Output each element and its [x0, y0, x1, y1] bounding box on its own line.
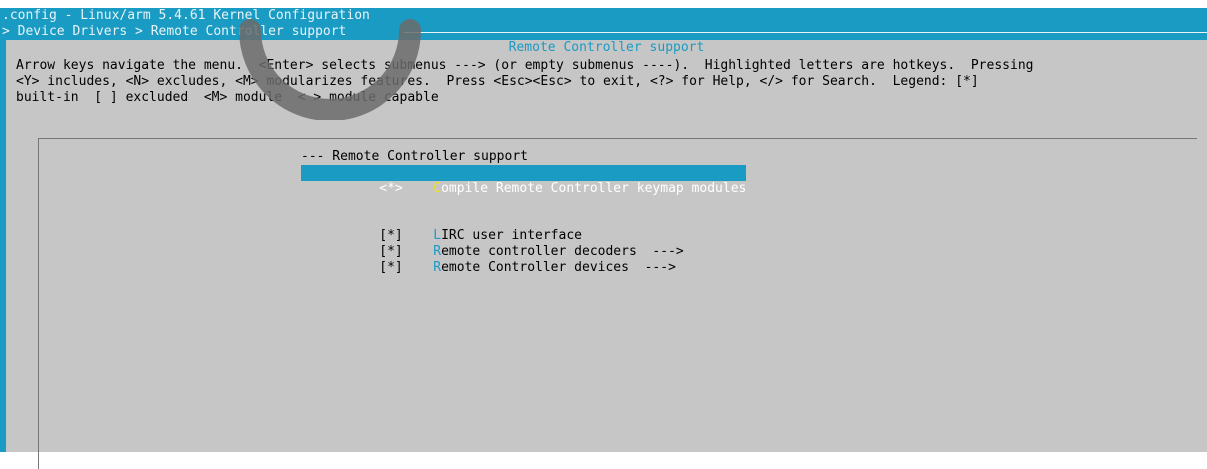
- item-label: Remote controller decoders --->: [433, 244, 683, 260]
- item-label: Remote Controller devices --->: [433, 260, 676, 276]
- item-hotkey: C: [433, 181, 442, 196]
- menu-list: --- Remote Controller support <*> Compile…: [301, 149, 747, 275]
- item-label: Compile Remote Controller keymap modules: [433, 181, 746, 197]
- dialog-title: Remote Controller support: [508, 40, 705, 55]
- item-hotkey: R: [433, 244, 442, 259]
- item-rest: emote Controller devices --->: [441, 260, 676, 275]
- window-title: .config - Linux/arm 5.4.61 Kernel Config…: [2, 8, 370, 23]
- item-mark: [*]: [379, 228, 403, 243]
- breadcrumb: > Device Drivers > Remote Controller sup…: [2, 24, 347, 39]
- menu-item-lirc[interactable]: [*] LIRC user interface: [301, 212, 746, 243]
- item-hotkey: L: [433, 228, 442, 243]
- item-label: LIRC user interface: [433, 228, 582, 244]
- breadcrumb-rule: [404, 32, 1207, 33]
- menuconfig-dialog: Remote Controller support Arrow keys nav…: [6, 40, 1207, 469]
- item-rest: IRC user interface: [441, 228, 582, 243]
- item-hotkey: R: [433, 260, 442, 275]
- terminal-window: .config - Linux/arm 5.4.61 Kernel Config…: [0, 8, 1207, 469]
- menu-item-keymap-modules[interactable]: <*> Compile Remote Controller keymap modu…: [301, 165, 747, 196]
- item-mark: [*]: [379, 244, 403, 259]
- item-mark: [*]: [379, 260, 403, 275]
- menu-box: --- Remote Controller support <*> Compile…: [38, 138, 1197, 469]
- help-text: Arrow keys navigate the menu. <Enter> se…: [16, 58, 1034, 105]
- item-rest: emote controller decoders --->: [441, 244, 684, 259]
- item-mark: <*>: [379, 181, 403, 196]
- menu-header: --- Remote Controller support: [301, 149, 528, 164]
- breadcrumb-row: > Device Drivers > Remote Controller sup…: [0, 24, 1207, 40]
- item-rest: ompile Remote Controller keymap modules: [441, 181, 747, 196]
